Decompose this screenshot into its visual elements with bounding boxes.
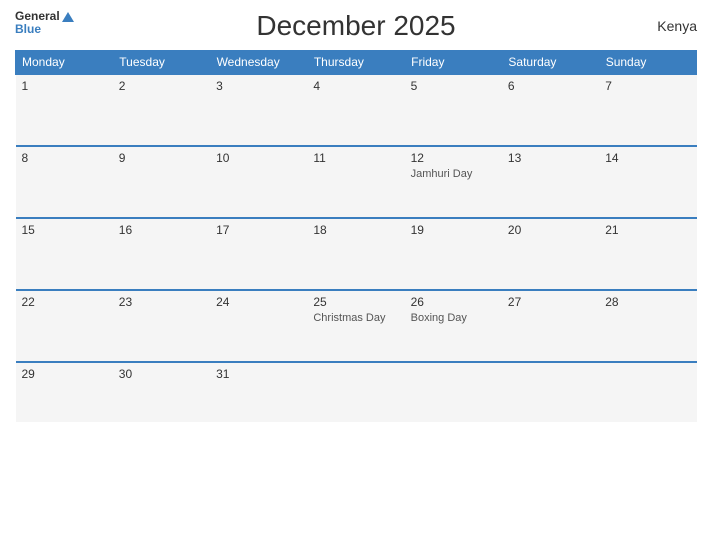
calendar-week-row: 1234567 [16, 74, 697, 146]
table-row: 12 Jamhuri Day [405, 146, 502, 218]
day-number: 9 [119, 151, 204, 165]
day-number: 19 [411, 223, 496, 237]
day-number: 23 [119, 295, 204, 309]
day-number: 31 [216, 367, 301, 381]
header-wednesday: Wednesday [210, 51, 307, 75]
day-number: 28 [605, 295, 690, 309]
day-number: 8 [22, 151, 107, 165]
header-friday: Friday [405, 51, 502, 75]
event-text: Christmas Day [313, 312, 398, 324]
country-label: Kenya [657, 18, 697, 34]
day-number: 29 [22, 367, 107, 381]
day-number: 1 [22, 79, 107, 93]
day-number: 4 [313, 79, 398, 93]
day-number: 5 [411, 79, 496, 93]
header-saturday: Saturday [502, 51, 599, 75]
day-number: 12 [411, 151, 496, 165]
table-row: 18 [307, 218, 404, 290]
day-number: 25 [313, 295, 398, 309]
header-thursday: Thursday [307, 51, 404, 75]
table-row: 10 [210, 146, 307, 218]
table-row: 13 [502, 146, 599, 218]
header-tuesday: Tuesday [113, 51, 210, 75]
table-row [599, 362, 696, 422]
table-row: 2 [113, 74, 210, 146]
table-row [405, 362, 502, 422]
calendar-table: Monday Tuesday Wednesday Thursday Friday… [15, 50, 697, 422]
table-row: 4 [307, 74, 404, 146]
calendar-week-row: 15 16 17 18 19 20 21 [16, 218, 697, 290]
day-number: 30 [119, 367, 204, 381]
day-number: 16 [119, 223, 204, 237]
logo-triangle-icon [62, 12, 74, 22]
table-row: 26 Boxing Day [405, 290, 502, 362]
day-number: 13 [508, 151, 593, 165]
table-row: 11 [307, 146, 404, 218]
calendar-week-row: 89 10 11 12 Jamhuri Day 13 14 [16, 146, 697, 218]
header-sunday: Sunday [599, 51, 696, 75]
table-row: 21 [599, 218, 696, 290]
day-number: 27 [508, 295, 593, 309]
table-row: 25 Christmas Day [307, 290, 404, 362]
event-text: Boxing Day [411, 312, 496, 324]
table-row: 17 [210, 218, 307, 290]
day-number: 22 [22, 295, 107, 309]
table-row: 16 [113, 218, 210, 290]
table-row: 28 [599, 290, 696, 362]
day-number: 7 [605, 79, 690, 93]
header-monday: Monday [16, 51, 113, 75]
table-row: 24 [210, 290, 307, 362]
table-row: 3 [210, 74, 307, 146]
day-number: 18 [313, 223, 398, 237]
table-row: 20 [502, 218, 599, 290]
day-number: 15 [22, 223, 107, 237]
table-row: 22 [16, 290, 113, 362]
table-row: 5 [405, 74, 502, 146]
day-number: 10 [216, 151, 301, 165]
event-text: Jamhuri Day [411, 168, 496, 180]
day-number: 2 [119, 79, 204, 93]
calendar-title: December 2025 [256, 10, 455, 42]
day-number: 11 [313, 151, 398, 165]
calendar-week-row: 22 23 24 25 Christmas Day 26 Boxing Day 27 28 [16, 290, 697, 362]
table-row: 1 [16, 74, 113, 146]
calendar-week-row: 29 30 31 [16, 362, 697, 422]
day-number: 6 [508, 79, 593, 93]
calendar-header: General Blue December 2025 Kenya [15, 10, 697, 42]
table-row [307, 362, 404, 422]
day-number: 3 [216, 79, 301, 93]
day-number: 14 [605, 151, 690, 165]
logo: General Blue [15, 10, 74, 36]
table-row: 7 [599, 74, 696, 146]
day-number: 26 [411, 295, 496, 309]
calendar-container: General Blue December 2025 Kenya Monday … [0, 0, 712, 550]
table-row: 19 [405, 218, 502, 290]
table-row: 14 [599, 146, 696, 218]
weekday-header-row: Monday Tuesday Wednesday Thursday Friday… [16, 51, 697, 75]
table-row [502, 362, 599, 422]
day-number: 24 [216, 295, 301, 309]
table-row: 15 [16, 218, 113, 290]
table-row: 29 [16, 362, 113, 422]
day-number: 21 [605, 223, 690, 237]
table-row: 8 [16, 146, 113, 218]
table-row: 27 [502, 290, 599, 362]
table-row: 30 [113, 362, 210, 422]
logo-blue-text: Blue [15, 22, 41, 36]
day-number: 17 [216, 223, 301, 237]
table-row: 6 [502, 74, 599, 146]
table-row: 23 [113, 290, 210, 362]
day-number: 20 [508, 223, 593, 237]
table-row: 9 [113, 146, 210, 218]
table-row: 31 [210, 362, 307, 422]
